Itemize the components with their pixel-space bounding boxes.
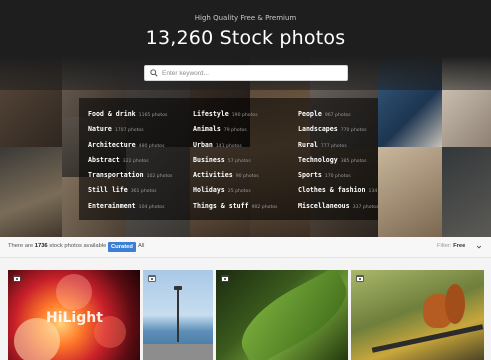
- tab-curated[interactable]: Curated: [108, 242, 136, 252]
- category-item[interactable]: Things & stuff 902 photos: [193, 196, 293, 211]
- page: High Quality Free & Premium 13,260 Stock…: [0, 0, 491, 360]
- camera-icon: [148, 275, 156, 282]
- category-item[interactable]: People 967 photos: [298, 104, 398, 119]
- category-item[interactable]: Still life 361 photos: [88, 180, 188, 195]
- category-item[interactable]: Business 57 photos: [193, 150, 293, 165]
- category-column-1: Food & drink 1165 photos Nature 1707 photo…: [88, 104, 188, 211]
- category-item[interactable]: Nature 1707 photos: [88, 119, 188, 134]
- category-item[interactable]: Holidays 25 photos: [193, 180, 293, 195]
- camera-icon: [221, 275, 229, 282]
- filter-label: Filter:: [437, 243, 452, 249]
- camera-icon: [356, 275, 364, 282]
- filter-bar: There are 1736 stock photos available Cu…: [0, 237, 491, 258]
- search-input[interactable]: [162, 69, 342, 77]
- category-item[interactable]: Landscapes 770 photos: [298, 119, 398, 134]
- hero-section: High Quality Free & Premium 13,260 Stock…: [0, 0, 491, 237]
- available-count-text: There are 1736 stock photos available: [8, 243, 107, 249]
- filter-dropdown[interactable]: Filter: Free: [437, 243, 465, 249]
- category-item[interactable]: Clothes & fashion 134 photos: [298, 180, 398, 195]
- category-column-2: Lifestyle 190 photos Animals 79 photos Urb…: [193, 104, 293, 211]
- category-item[interactable]: Activities 90 photos: [193, 165, 293, 180]
- chevron-down-icon[interactable]: [476, 244, 482, 250]
- category-item[interactable]: Miscellaneous 337 photos: [298, 196, 398, 211]
- photo-overlay-text: HiLight: [46, 310, 103, 326]
- category-item[interactable]: Architecture 480 photos: [88, 135, 188, 150]
- photo-green-leaf[interactable]: [216, 270, 348, 360]
- photo-hilight-bokeh[interactable]: HiLight: [8, 270, 140, 360]
- page-title: 13,260 Stock photos: [145, 27, 346, 49]
- category-item[interactable]: Technology 385 photos: [298, 150, 398, 165]
- photo-sea-lamp-post[interactable]: [143, 270, 213, 360]
- category-column-3: People 967 photos Landscapes 770 photos Ru…: [298, 104, 398, 211]
- tab-all[interactable]: All: [138, 243, 144, 249]
- hero-subtitle: High Quality Free & Premium: [194, 14, 297, 22]
- category-item[interactable]: Lifestyle 190 photos: [193, 104, 293, 119]
- photo-squirrel[interactable]: [351, 270, 484, 360]
- available-count: 1736: [34, 243, 48, 249]
- category-item[interactable]: Transportation 102 photos: [88, 165, 188, 180]
- filter-value[interactable]: Free: [453, 243, 465, 249]
- category-item[interactable]: Sports 170 photos: [298, 165, 398, 180]
- category-item[interactable]: Urban 141 photos: [193, 135, 293, 150]
- search-box[interactable]: [144, 65, 348, 81]
- category-item[interactable]: Enterainment 104 photos: [88, 196, 188, 211]
- search-icon: [150, 69, 158, 77]
- category-item[interactable]: Abstract 322 photos: [88, 150, 188, 165]
- category-item[interactable]: Animals 79 photos: [193, 119, 293, 134]
- camera-icon: [13, 275, 21, 282]
- category-item[interactable]: Rural 777 photos: [298, 135, 398, 150]
- category-item[interactable]: Food & drink 1165 photos: [88, 104, 188, 119]
- photo-grid: HiLight: [0, 258, 491, 360]
